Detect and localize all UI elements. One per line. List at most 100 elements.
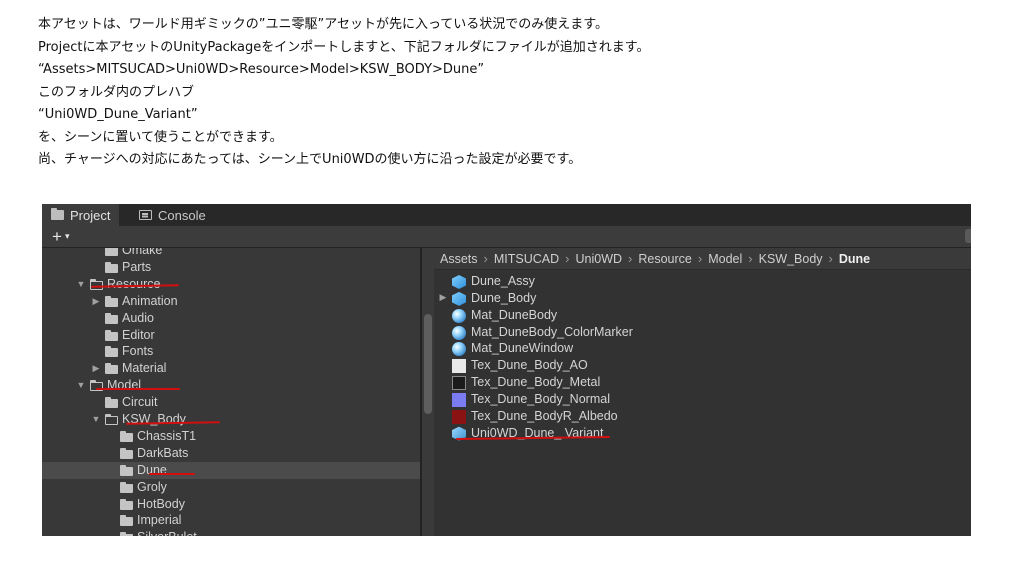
- texture-ao-icon: [452, 359, 466, 374]
- texture-metal-icon: [452, 376, 466, 391]
- tree-item-silverbulet[interactable]: SilverBulet: [42, 529, 420, 536]
- breadcrumb-item[interactable]: KSW_Body: [759, 252, 823, 266]
- instruction-line: Projectに本アセットのUnityPackageをインポートしますと、下記フ…: [38, 39, 650, 55]
- folder-tree: Omake Parts ▼ Resource ▶ Animation Audio Editor…: [42, 248, 420, 536]
- folder-open-icon: [105, 414, 118, 425]
- expand-right-icon[interactable]: ▶: [438, 292, 448, 303]
- breadcrumb-separator-icon: ›: [828, 251, 833, 266]
- tree-item-label: Fonts: [122, 344, 154, 359]
- asset-item-dune-body[interactable]: ▶ Dune_Body: [434, 290, 971, 307]
- expand-down-icon[interactable]: ▼: [76, 279, 86, 289]
- tab-bar: Project Console: [42, 204, 971, 226]
- toolbar-scroll-handle[interactable]: [965, 229, 971, 243]
- tree-item-label: Groly: [137, 479, 167, 494]
- tab-project-label: Project: [70, 207, 111, 223]
- folder-icon: [120, 481, 133, 493]
- breadcrumb-item[interactable]: Uni0WD: [575, 252, 622, 266]
- breadcrumb-separator-icon: ›: [565, 251, 570, 266]
- asset-item-tex-dune-body-ao[interactable]: Tex_Dune_Body_AO: [434, 357, 971, 374]
- folder-icon: [120, 498, 133, 510]
- tab-console[interactable]: Console: [130, 204, 215, 226]
- asset-item-label: Dune_Body: [471, 290, 537, 305]
- tree-item-parts[interactable]: Parts: [42, 259, 420, 276]
- asset-item-tex-dune-bodyr-albedo[interactable]: Tex_Dune_BodyR_Albedo: [434, 408, 971, 425]
- folder-icon: [120, 532, 133, 536]
- asset-item-label: Tex_Dune_Body_Metal: [471, 375, 601, 390]
- asset-item-dune-assy[interactable]: Dune_Assy: [434, 273, 971, 290]
- folder-icon: [120, 515, 133, 527]
- instruction-line: このフォルダ内のプレハブ: [38, 84, 195, 100]
- folder-icon: [105, 248, 118, 256]
- breadcrumb-item[interactable]: Resource: [638, 252, 692, 266]
- tree-item-groly[interactable]: Groly: [42, 479, 420, 496]
- plus-icon: +: [52, 226, 62, 246]
- instruction-line: “Assets>MITSUCAD>Uni0WD>Resource>Model>K…: [38, 62, 485, 77]
- expand-right-icon[interactable]: ▶: [91, 296, 101, 307]
- tree-item-label: Circuit: [122, 395, 158, 410]
- folder-icon: [105, 329, 118, 341]
- tree-item-model[interactable]: ▼ Model: [42, 377, 420, 394]
- folder-icon: [105, 295, 118, 307]
- tree-item-label: DarkBats: [137, 445, 189, 460]
- instruction-line: 尚、チャージへの対応にあたっては、シーン上でUni0WDの使い方に沿った設定が必…: [38, 152, 582, 167]
- tree-item-label: Animation: [122, 293, 178, 308]
- breadcrumb-item[interactable]: Model: [708, 252, 742, 266]
- folder-icon: [120, 447, 133, 459]
- tree-item-hotbody[interactable]: HotBody: [42, 496, 420, 513]
- tree-item-resource[interactable]: ▼ Resource: [42, 276, 420, 293]
- tree-item-omake[interactable]: Omake: [42, 248, 420, 259]
- asset-item-mat-dunewindow[interactable]: Mat_DuneWindow: [434, 340, 971, 357]
- breadcrumb-item[interactable]: Assets: [440, 252, 478, 266]
- breadcrumb-item[interactable]: Dune: [839, 252, 870, 266]
- tree-item-editor[interactable]: Editor: [42, 327, 420, 344]
- folder-icon: [51, 208, 64, 220]
- tree-item-ksw-body[interactable]: ▼ KSW_Body: [42, 411, 420, 428]
- asset-item-label: Tex_Dune_Body_Normal: [471, 391, 610, 406]
- folder-icon: [120, 430, 133, 442]
- tree-item-label: ChassisT1: [137, 428, 197, 443]
- chevron-down-icon: ▾: [64, 231, 70, 241]
- instruction-text: 本アセットは、ワールド用ギミックの”ユニ零駆”アセットが先に入っている状況でのみ…: [38, 14, 998, 172]
- folder-icon: [105, 363, 118, 375]
- texture-normal-icon: [452, 392, 466, 407]
- create-asset-button[interactable]: + ▾: [52, 226, 69, 247]
- tab-project[interactable]: Project: [42, 204, 120, 226]
- breadcrumb-separator-icon: ›: [748, 251, 753, 266]
- folder-icon: [105, 397, 118, 409]
- unity-project-window: Project Console + ▾ Omake Parts ▼ Resource ▶…: [42, 204, 971, 536]
- material-icon: [452, 342, 466, 357]
- tree-scrollbar-thumb[interactable]: [424, 314, 432, 414]
- tree-item-chassist1[interactable]: ChassisT1: [42, 428, 420, 445]
- asset-item-mat-dunebody[interactable]: Mat_DuneBody: [434, 307, 971, 324]
- prefab-icon: [452, 291, 466, 306]
- tree-item-material[interactable]: ▶ Material: [42, 360, 420, 377]
- expand-down-icon[interactable]: ▼: [76, 380, 86, 390]
- tree-item-circuit[interactable]: Circuit: [42, 394, 420, 411]
- expand-down-icon[interactable]: ▼: [91, 414, 101, 424]
- material-icon: [452, 325, 466, 340]
- tree-item-label: Parts: [122, 259, 152, 274]
- tab-console-label: Console: [158, 207, 206, 223]
- tree-item-label: Material: [122, 361, 167, 376]
- tree-item-dune[interactable]: Dune: [42, 461, 420, 479]
- tree-item-darkbats[interactable]: DarkBats: [42, 445, 420, 462]
- tree-item-audio[interactable]: Audio: [42, 310, 420, 327]
- tree-item-animation[interactable]: ▶ Animation: [42, 293, 420, 310]
- asset-item-tex-dune-body-metal[interactable]: Tex_Dune_Body_Metal: [434, 374, 971, 391]
- tree-item-label: Editor: [122, 327, 155, 342]
- folder-icon: [105, 346, 118, 358]
- tree-item-label: Audio: [122, 310, 154, 325]
- folder-icon: [120, 464, 133, 476]
- folder-icon: [105, 261, 118, 273]
- asset-item-tex-dune-body-normal[interactable]: Tex_Dune_Body_Normal: [434, 391, 971, 408]
- tree-item-imperial[interactable]: Imperial: [42, 512, 420, 529]
- console-icon: [139, 210, 152, 220]
- tree-item-label: Imperial: [137, 513, 182, 528]
- asset-item-mat-dunebody-colormarker[interactable]: Mat_DuneBody_ColorMarker: [434, 324, 971, 341]
- tree-item-fonts[interactable]: Fonts: [42, 343, 420, 360]
- expand-right-icon[interactable]: ▶: [91, 363, 101, 374]
- material-icon: [452, 308, 466, 323]
- tree-item-label: Model: [107, 378, 142, 393]
- breadcrumb-item[interactable]: MITSUCAD: [494, 252, 559, 266]
- asset-item-label: Tex_Dune_Body_AO: [471, 358, 588, 373]
